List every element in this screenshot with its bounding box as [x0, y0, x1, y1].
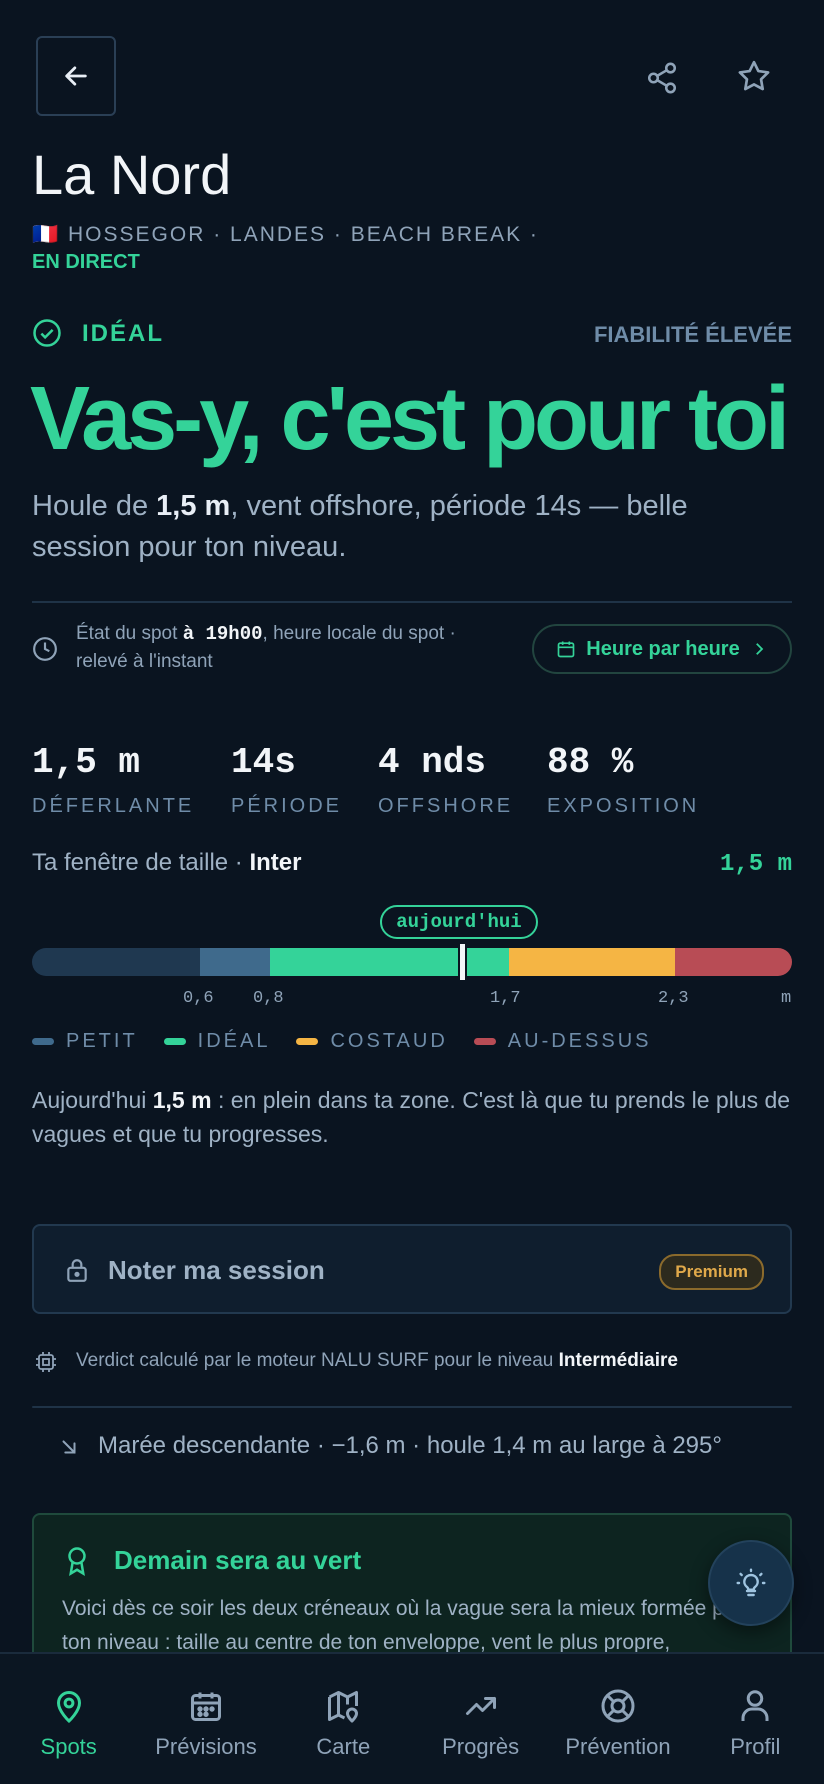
- stat-label: PÉRIODE: [231, 795, 343, 817]
- today-marker: [458, 944, 467, 980]
- stat-label: EXPOSITION: [547, 795, 700, 817]
- spot-name: La Nord: [32, 143, 232, 206]
- live-badge: EN DIRECT: [32, 251, 140, 273]
- verdict-status: IDÉAL: [82, 320, 164, 347]
- tomorrow-body: Voici dès ce soir les deux créneaux où l…: [62, 1597, 755, 1654]
- reliability: FIABILITÉ ÉLEVÉE: [593, 322, 792, 347]
- arrow-left-icon: [62, 62, 90, 90]
- nav-label: Prévisions: [155, 1734, 257, 1759]
- cpu-icon: [34, 1350, 58, 1374]
- unit-label: m: [781, 989, 792, 1008]
- nav-item-prevention[interactable]: Prévention: [549, 1654, 686, 1784]
- legend-swatch: [296, 1038, 319, 1045]
- today-marker-label: aujourd'hui: [380, 905, 538, 939]
- tick-label: 0,6: [183, 989, 214, 1008]
- calendar-icon: [188, 1688, 224, 1724]
- divider: [32, 1406, 792, 1408]
- lock-icon: [64, 1256, 90, 1284]
- range-segment-small: [200, 948, 270, 976]
- check-circle-icon: [32, 318, 62, 348]
- rate-session-label: Noter ma session: [108, 1255, 325, 1285]
- back-button[interactable]: [36, 36, 116, 116]
- range-segment-ideal: [270, 948, 509, 976]
- stat-label: OFFSHORE: [378, 795, 514, 817]
- legend-item: COSTAUD: [296, 1030, 447, 1053]
- map-pin-icon: [51, 1688, 87, 1724]
- star-icon: [736, 58, 772, 94]
- share-button[interactable]: [640, 56, 684, 100]
- divider: [32, 601, 792, 603]
- nav-label: Carte: [316, 1734, 371, 1759]
- tips-fab[interactable]: [708, 1540, 794, 1626]
- lifebuoy-icon: [600, 1688, 636, 1724]
- user-icon: [737, 1688, 773, 1724]
- chevron-right-icon: [750, 640, 768, 658]
- nav-item-spots[interactable]: Spots: [0, 1654, 137, 1784]
- hourly-button-label: Heure par heure: [586, 637, 740, 660]
- stat-value: 4 nds: [378, 742, 487, 783]
- tomorrow-title: Demain sera au vert: [114, 1545, 362, 1575]
- nav-label: Progrès: [442, 1734, 520, 1759]
- engine-note: Verdict calculé par le moteur NALU SURF …: [76, 1350, 678, 1371]
- nav-item-carte[interactable]: Carte: [275, 1654, 412, 1784]
- stat-wind: 4 nds OFFSHORE: [378, 742, 513, 818]
- clock-icon: [32, 636, 58, 662]
- hourly-button[interactable]: Heure par heure: [532, 624, 792, 674]
- nav-label: Prévention: [565, 1734, 671, 1759]
- tide-info: Marée descendante · −1,6 m · houle 1,4 m…: [98, 1432, 722, 1459]
- rate-session-card[interactable]: Noter ma session Premium: [32, 1224, 792, 1314]
- nav-item-previsions[interactable]: Prévisions: [137, 1654, 274, 1784]
- favorite-button[interactable]: [732, 54, 776, 98]
- spot-location: HOSSEGOR · LANDES · BEACH BREAK ·: [68, 223, 539, 246]
- legend-swatch: [32, 1038, 54, 1045]
- size-legend: PETIT IDÉAL COSTAUD AU-DESSUS: [32, 1030, 652, 1053]
- tick-label: 0,8: [253, 989, 284, 1008]
- arrow-down-right-icon: [58, 1436, 80, 1458]
- legend-item: AU-DESSUS: [473, 1030, 652, 1053]
- stat-value: 1,5 m: [32, 742, 141, 783]
- stat-value: 14s: [231, 742, 296, 783]
- tick-label: 1,7: [490, 989, 521, 1008]
- calendar-icon: [556, 639, 576, 659]
- legend-label: AU-DESSUS: [507, 1030, 652, 1052]
- bottom-nav: Spots Prévisions Carte Progrès Préventio…: [0, 1652, 824, 1784]
- range-segment-above: [675, 948, 792, 976]
- legend-label: IDÉAL: [197, 1030, 271, 1052]
- size-note: Aujourd'hui 1,5 m : en plein dans ta zon…: [32, 1087, 791, 1147]
- legend-swatch: [473, 1038, 496, 1045]
- range-segment-big: [509, 948, 675, 976]
- size-range-bar: [32, 948, 792, 976]
- verdict-headline: Vas-y, c'est pour toi: [30, 369, 790, 469]
- award-icon: [62, 1545, 92, 1577]
- tick-label: 2,3: [658, 989, 689, 1008]
- legend-item: IDÉAL: [163, 1030, 271, 1053]
- legend-label: COSTAUD: [330, 1030, 448, 1052]
- nav-item-progres[interactable]: Progrès: [412, 1654, 549, 1784]
- stat-period: 14s PÉRIODE: [231, 742, 342, 818]
- stat-label: DÉFERLANTE: [32, 795, 195, 817]
- stat-value: 88 %: [547, 742, 634, 783]
- size-window-label: Ta fenêtre de taille · Inter: [32, 849, 302, 876]
- share-icon: [645, 61, 679, 95]
- stat-swell: 1,5 m DÉFERLANTE: [32, 742, 194, 818]
- spot-state-text: État du spot à 19h00, heure locale du sp…: [76, 623, 456, 672]
- legend-item: PETIT: [32, 1030, 138, 1053]
- nav-item-profil[interactable]: Profil: [687, 1654, 824, 1784]
- premium-badge: Premium: [659, 1254, 764, 1290]
- nav-label: Spots: [40, 1734, 97, 1759]
- lightbulb-icon: [735, 1567, 767, 1599]
- verdict-description: Houle de 1,5 m, vent offshore, période 1…: [32, 490, 688, 563]
- spot-meta: 🇫🇷 HOSSEGOR · LANDES · BEACH BREAK ·: [32, 223, 539, 247]
- range-segment-below: [32, 948, 200, 976]
- map-icon: [325, 1688, 361, 1724]
- nav-label: Profil: [730, 1734, 781, 1759]
- legend-label: PETIT: [66, 1030, 138, 1052]
- legend-swatch: [163, 1038, 186, 1045]
- size-window-current: 1,5 m: [719, 851, 792, 878]
- stat-exposure: 88 % EXPOSITION: [547, 742, 699, 818]
- flag-icon: 🇫🇷: [32, 223, 61, 246]
- trending-up-icon: [463, 1688, 499, 1724]
